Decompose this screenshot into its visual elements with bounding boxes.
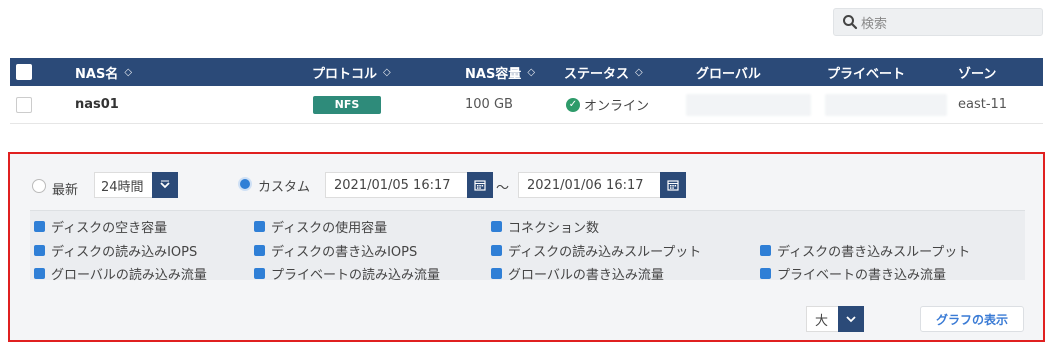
period-row: 最新 24時間 カスタム 2021/01/05 16:17 ～ 2021/01/… [10,154,1043,214]
calendar-icon[interactable] [660,172,686,198]
chevron-down-icon [838,306,864,332]
protocol-badge: NFS [313,95,381,114]
row-private-ip [825,86,947,123]
column-header-private: プライベート [827,66,906,82]
metric-disk-write-throughput[interactable]: ディスクの書き込みスループット [760,241,970,260]
search-input[interactable]: 検索 [833,8,1043,36]
checkbox[interactable] [254,268,265,279]
checkbox[interactable] [491,268,502,279]
checkbox[interactable] [760,268,771,279]
checkbox[interactable] [760,245,771,256]
graph-size-select[interactable]: 大 [806,306,864,332]
search-placeholder: 検索 [861,16,888,32]
metric-disk-read-throughput[interactable]: ディスクの読み込みスループット [491,241,701,260]
date-to-input[interactable]: 2021/01/06 16:17 [518,172,686,198]
column-header-protocol[interactable]: プロトコル ◇ [312,58,391,86]
metric-disk-used[interactable]: ディスクの使用容量 [254,217,387,236]
metric-private-write-traffic[interactable]: プライベートの書き込み流量 [760,264,946,283]
search-icon [843,15,858,30]
date-separator: ～ [496,181,510,196]
checkbox[interactable] [491,221,502,232]
row-zone: east-11 [958,97,1008,112]
latest-radio[interactable] [32,179,46,193]
column-header-status[interactable]: ステータス ◇ [564,58,643,86]
latest-label: 最新 [52,183,79,198]
checkbox[interactable] [34,245,45,256]
row-name[interactable]: nas01 [75,86,119,123]
column-header-capacity[interactable]: NAS容量 ◇ [465,58,535,86]
graph-settings-panel: 最新 24時間 カスタム 2021/01/05 16:17 ～ 2021/01/… [8,152,1045,342]
metric-connections[interactable]: コネクション数 [491,217,599,236]
metric-global-write-traffic[interactable]: グローバルの書き込み流量 [491,264,664,283]
sort-icon: ◇ [124,66,133,78]
sort-icon: ◇ [635,66,643,78]
checkbox[interactable] [254,245,265,256]
checkbox[interactable] [491,245,502,256]
protocol-badge-cell: NFS [313,86,381,123]
row-checkbox[interactable] [16,86,32,123]
metric-disk-write-iops[interactable]: ディスクの書き込みIOPS [254,241,417,260]
check-circle-icon: ✓ [566,97,580,112]
sort-icon: ◇ [527,66,536,78]
metric-disk-free[interactable]: ディスクの空き容量 [34,217,167,236]
checkbox[interactable] [254,221,265,232]
metric-global-read-traffic[interactable]: グローバルの読み込み流量 [34,264,207,283]
column-header-name[interactable]: NAS名 ◇ [75,58,132,86]
custom-label: カスタム [258,180,311,195]
custom-radio[interactable] [238,177,252,191]
checkbox[interactable] [34,221,45,232]
row-capacity: 100 GB [465,97,513,112]
latest-period-select[interactable]: 24時間 [94,172,178,198]
metric-checkbox-group: ディスクの空き容量 ディスクの使用容量 コネクション数 ディスクの読み込みIOP… [30,210,1025,283]
table-row[interactable]: nas01 NFS 100 GB ✓ オンライン east-11 [10,86,1043,124]
metric-private-read-traffic[interactable]: プライベートの読み込み流量 [254,264,440,283]
calendar-icon[interactable] [467,172,493,198]
metric-disk-read-iops[interactable]: ディスクの読み込みIOPS [34,241,197,260]
date-from-input[interactable]: 2021/01/05 16:17 [325,172,493,198]
nas-table: NAS名 ◇ プロトコル ◇ NAS容量 ◇ ステータス ◇ グローバル プライベート … [10,58,1043,124]
row-status: ✓ オンライン [566,86,649,123]
show-graph-button[interactable]: グラフの表示 [920,306,1024,332]
checkbox[interactable] [34,268,45,279]
select-all-checkbox[interactable] [16,58,32,86]
table-header: NAS名 ◇ プロトコル ◇ NAS容量 ◇ ステータス ◇ グローバル プライベート … [10,58,1043,86]
column-header-global: グローバル [696,66,761,82]
row-global-ip [686,86,811,123]
chevron-down-icon [152,172,178,198]
sort-icon: ◇ [383,66,391,78]
column-header-zone: ゾーン [958,66,997,82]
